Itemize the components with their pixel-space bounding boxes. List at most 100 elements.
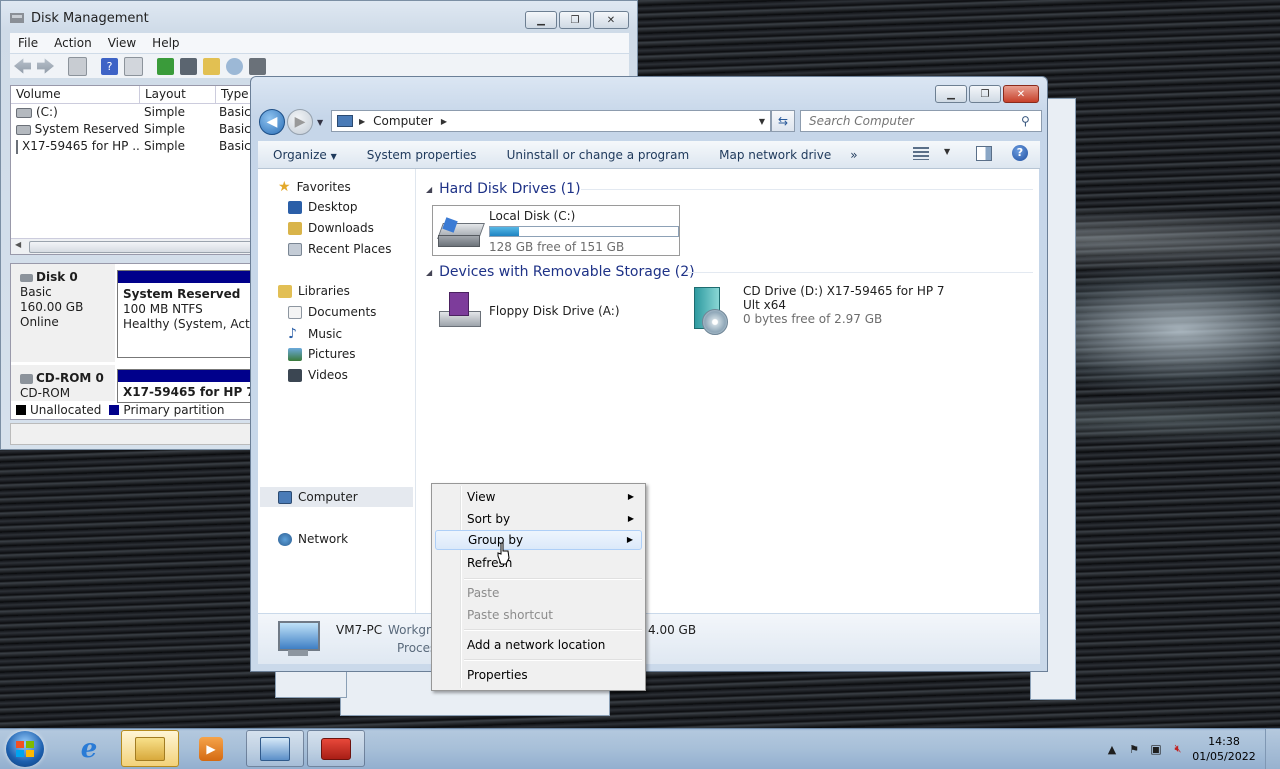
drive-floppy-a[interactable]: Floppy Disk Drive (A:) xyxy=(435,287,675,335)
scroll-left-icon[interactable]: ◀ xyxy=(15,240,21,249)
search-input[interactable] xyxy=(807,113,1021,129)
nav-downloads[interactable]: Downloads xyxy=(288,221,374,235)
breadcrumb-arrow-icon[interactable]: ▶ xyxy=(359,117,365,126)
menu-item-add-network-location[interactable]: Add a network location xyxy=(435,635,642,655)
taskbar-media-player[interactable]: ▶ xyxy=(182,730,240,767)
menu-item-paste-shortcut[interactable]: Paste shortcut xyxy=(435,605,642,625)
forward-icon[interactable] xyxy=(37,58,54,74)
breadcrumb-arrow-icon[interactable]: ▶ xyxy=(441,117,447,126)
menu-action[interactable]: Action xyxy=(46,36,100,50)
search-box[interactable]: ⚲ xyxy=(800,110,1042,132)
clock[interactable]: 14:38 01/05/2022 xyxy=(1189,734,1259,764)
table-row[interactable]: (C:) Simple Basic xyxy=(11,104,254,121)
group-hard-disk-drives[interactable]: ◢ Hard Disk Drives (1) xyxy=(426,181,581,197)
show-desktop-button[interactable] xyxy=(1265,729,1280,769)
computer-name: VM7-PC xyxy=(336,623,383,637)
recent-pages-dropdown[interactable]: ▼ xyxy=(317,118,323,127)
help-icon[interactable]: ? xyxy=(1012,145,1028,161)
volume-muted-icon[interactable]: 🔇︎ xyxy=(1170,741,1186,757)
table-row[interactable]: System Reserved Simple Basic xyxy=(11,121,254,138)
system-reserved-partition[interactable]: System Reserved 100 MB NTFS Healthy (Sys… xyxy=(117,270,254,358)
address-bar[interactable]: ▶ Computer ▶ ▼ xyxy=(331,110,771,132)
network-status-icon[interactable]: ▣ xyxy=(1148,741,1164,757)
menu-item-group-by[interactable]: Group by ▶ xyxy=(435,530,642,550)
menu-item-refresh[interactable]: Refresh xyxy=(435,553,642,573)
back-button[interactable]: ◀ xyxy=(259,109,285,135)
more-commands-button[interactable]: » xyxy=(846,148,861,162)
back-icon[interactable] xyxy=(14,58,31,74)
nav-videos[interactable]: Videos xyxy=(288,368,348,382)
group-removable-storage[interactable]: ◢ Devices with Removable Storage (2) xyxy=(426,264,695,280)
menu-file[interactable]: File xyxy=(10,36,46,50)
menu-help[interactable]: Help xyxy=(144,36,187,50)
refresh-button[interactable]: ⇆ xyxy=(771,110,795,132)
nav-documents[interactable]: Documents xyxy=(288,305,376,319)
minimize-button[interactable]: ▁ xyxy=(525,11,557,29)
column-type[interactable]: Type xyxy=(216,86,254,103)
address-history-dropdown-icon[interactable]: ▼ xyxy=(759,117,765,126)
menu-item-paste[interactable]: Paste xyxy=(435,583,642,603)
settings-icon[interactable] xyxy=(249,57,266,75)
nav-computer-item[interactable]: Computer xyxy=(278,490,358,504)
menu-item-sort-by[interactable]: Sort by ▶ xyxy=(435,509,642,529)
system-properties-button[interactable]: System properties xyxy=(352,148,492,162)
taskbar-internet-explorer[interactable]: e xyxy=(60,730,118,767)
magnifier-icon[interactable] xyxy=(226,57,243,75)
table-row[interactable]: X17-59465 for HP ... Simple Basic xyxy=(11,138,254,155)
close-button[interactable]: ✕ xyxy=(1003,85,1039,103)
column-layout[interactable]: Layout xyxy=(140,86,216,103)
help-icon[interactable]: ? xyxy=(101,57,118,75)
column-volume[interactable]: Volume xyxy=(11,86,140,103)
show-hidden-icons-icon[interactable]: ▲ xyxy=(1104,741,1120,757)
view-options-dropdown-icon[interactable]: ▼ xyxy=(944,147,950,156)
folder-open-icon[interactable] xyxy=(203,57,220,75)
list-icon[interactable] xyxy=(124,56,143,76)
menu-item-view[interactable]: View ▶ xyxy=(435,487,642,507)
minimize-button[interactable]: ▁ xyxy=(935,85,967,103)
collapse-icon[interactable]: ◢ xyxy=(426,185,432,194)
view-options-icon[interactable] xyxy=(913,147,929,160)
clock-date: 01/05/2022 xyxy=(1192,750,1256,763)
forward-button[interactable]: ▶ xyxy=(287,109,313,135)
maximize-button[interactable]: ❐ xyxy=(969,85,1001,103)
maximize-button[interactable]: ❐ xyxy=(559,11,591,29)
drive-name: Local Disk (C:) xyxy=(489,209,576,223)
taskbar-windows-explorer[interactable] xyxy=(121,730,179,767)
horizontal-scrollbar[interactable]: ◀ xyxy=(11,238,254,254)
console-tree-icon[interactable] xyxy=(68,56,87,76)
cdrom-0-info[interactable]: CD-ROM 0 CD-ROM xyxy=(11,365,115,401)
close-button[interactable]: ✕ xyxy=(593,11,629,29)
nav-recent-places[interactable]: Recent Places xyxy=(288,242,391,256)
nav-network[interactable]: Network xyxy=(278,532,348,546)
collapse-icon[interactable]: ◢ xyxy=(426,268,432,277)
nav-label: Favorites xyxy=(296,180,351,194)
computer-explorer-window: ▁ ❐ ✕ ◀ ▶ ▼ ▶ Computer ▶ ▼ ⇆ ⚲ Organize … xyxy=(250,76,1048,672)
nav-pictures[interactable]: Pictures xyxy=(288,347,356,361)
organize-button[interactable]: Organize ▼ xyxy=(258,148,352,162)
menu-view[interactable]: View xyxy=(100,36,144,50)
breadcrumb-computer[interactable]: Computer xyxy=(373,114,433,128)
nav-music[interactable]: ♪ Music xyxy=(288,326,342,342)
preview-pane-icon[interactable] xyxy=(976,146,992,161)
refresh-icon[interactable] xyxy=(157,57,174,75)
menu-item-properties[interactable]: Properties xyxy=(435,665,642,685)
disk-label: Disk 0 xyxy=(36,270,78,284)
nav-favorites[interactable]: ★ Favorites xyxy=(278,179,351,195)
action-center-flag-icon[interactable]: ⚑ xyxy=(1126,741,1142,757)
nav-desktop[interactable]: Desktop xyxy=(288,200,358,214)
properties-icon[interactable] xyxy=(180,57,197,75)
uninstall-program-button[interactable]: Uninstall or change a program xyxy=(492,148,705,162)
nav-libraries[interactable]: Libraries xyxy=(278,284,350,298)
start-button[interactable] xyxy=(6,731,44,767)
search-icon[interactable]: ⚲ xyxy=(1021,114,1030,128)
scroll-thumb[interactable] xyxy=(29,241,253,253)
drive-local-disk-c[interactable]: Local Disk (C:) 128 GB free of 151 GB xyxy=(432,205,680,256)
taskbar-toolbox-app[interactable] xyxy=(307,730,365,767)
cdrom-volume[interactable]: X17-59465 for HP 7 Ult xyxy=(117,369,254,403)
map-network-drive-button[interactable]: Map network drive xyxy=(704,148,846,162)
group-title: Hard Disk Drives (1) xyxy=(439,181,581,197)
drive-cd-d[interactable]: CD Drive (D:) X17-59465 for HP 7 Ult x64… xyxy=(688,284,988,339)
disk-0-info[interactable]: Disk 0 Basic 160.00 GB Online xyxy=(11,264,115,362)
taskbar: e ▶ ▲ ⚑ ▣ 🔇︎ 14:38 01/05/2022 xyxy=(0,728,1280,769)
taskbar-computer-management[interactable] xyxy=(246,730,304,767)
